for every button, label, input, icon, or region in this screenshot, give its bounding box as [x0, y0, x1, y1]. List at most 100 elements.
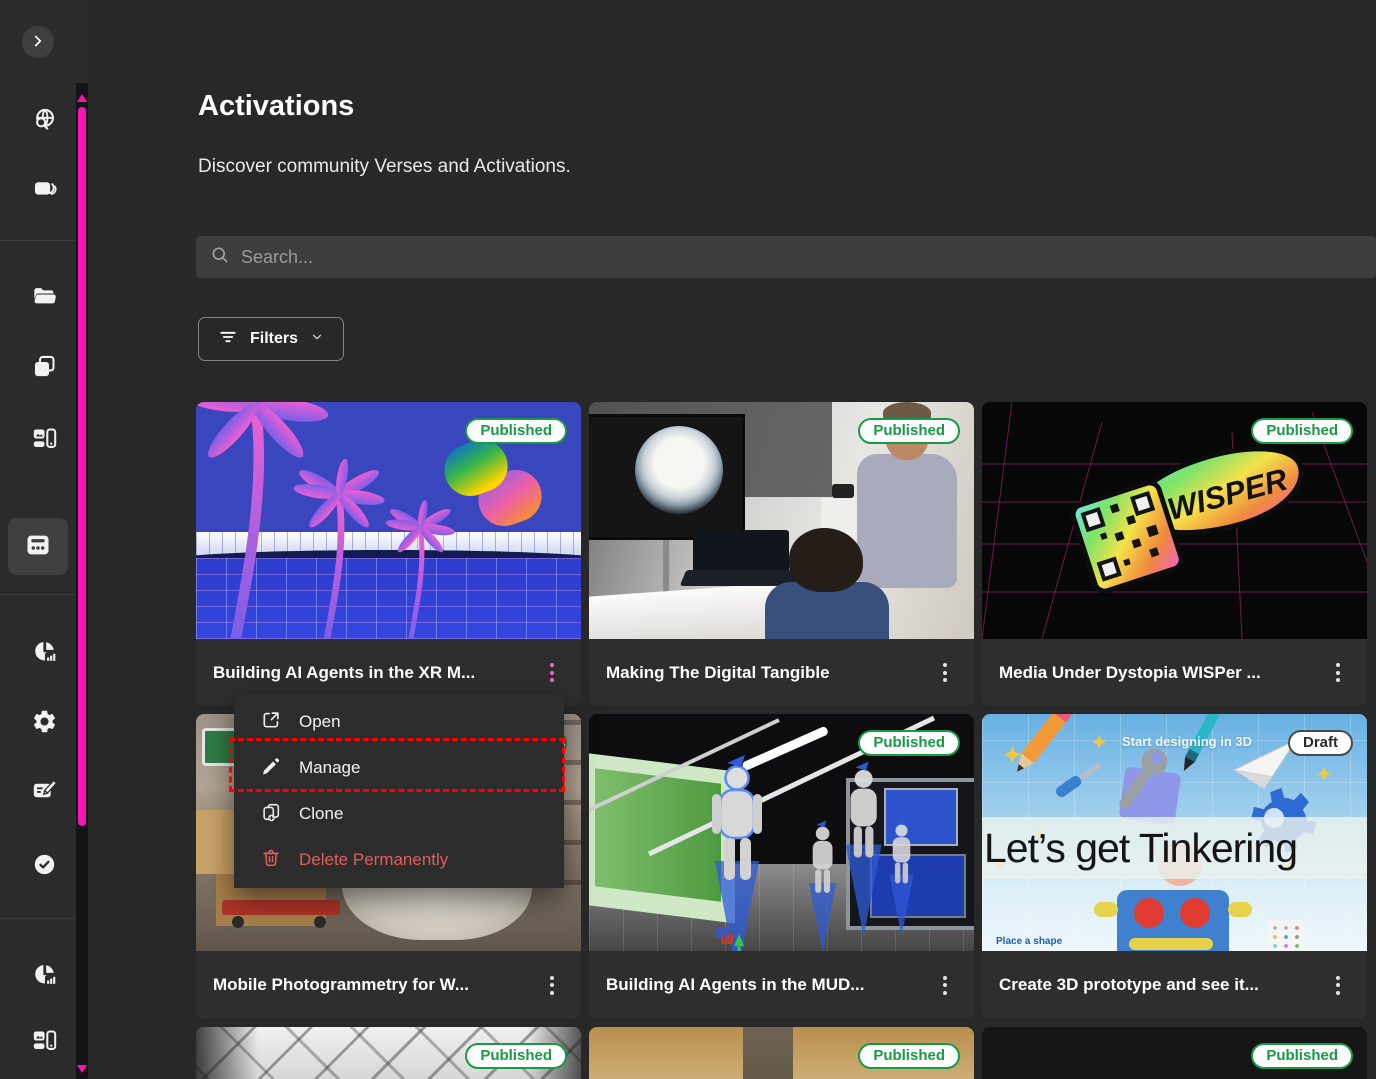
tinker-robot-ear [1094, 902, 1118, 917]
sidebar-item-collections[interactable] [22, 169, 66, 213]
card-title: Making The Digital Tangible [606, 663, 830, 683]
card-create-3d-prototype[interactable]: Start designing in 3D Let’s get Tinkerin… [982, 714, 1367, 1019]
sidebar-item-devices[interactable] [22, 1020, 66, 1064]
card-footer: Create 3D prototype and see it... [982, 951, 1367, 1019]
menu-item-clone[interactable]: Clone [234, 791, 564, 837]
menu-item-label: Clone [299, 804, 343, 824]
card-art-dark-scene: Published [982, 1027, 1367, 1079]
chevron-down-icon [310, 330, 324, 349]
status-badge: Published [1251, 1043, 1353, 1069]
menu-item-label: Delete Permanently [299, 850, 448, 870]
sidebar-item-reports[interactable] [22, 954, 66, 998]
sidebar-item-settings[interactable] [22, 701, 66, 745]
app-root: Activations Discover community Verses an… [0, 0, 1376, 1079]
studio-3d-model [635, 426, 723, 514]
page-scrollbar[interactable] [76, 83, 88, 1079]
card-row3-scifi[interactable]: Published [196, 1027, 581, 1079]
check-circle-icon [31, 851, 58, 881]
card-art-scifi: Published [196, 1027, 581, 1079]
scifi-shadow [196, 1027, 258, 1079]
card-footer: Building AI Agents in the MUD... [589, 951, 974, 1019]
card-title: Building AI Agents in the MUD... [606, 975, 864, 995]
sidebar-item-tasks[interactable] [22, 844, 66, 888]
analytics-pie-icon [31, 638, 58, 668]
chevron-right-icon [29, 32, 47, 53]
studio-monitor-stand [663, 540, 669, 598]
sidebar-item-media[interactable] [22, 418, 66, 462]
card-art-tinkering: Start designing in 3D Let’s get Tinkerin… [982, 714, 1367, 951]
notes-card-icon [31, 777, 58, 807]
menu-item-open[interactable]: Open [234, 699, 564, 745]
card-art-vaporwave: Published [196, 402, 581, 639]
tinker-headline: Let’s get Tinkering [984, 825, 1297, 872]
media-device-icon [31, 425, 58, 455]
scrollbar-down-arrow[interactable] [77, 1065, 87, 1073]
open-external-icon [260, 709, 282, 736]
globe-search-icon [31, 106, 58, 136]
card-row3-kitchen[interactable]: Published [589, 1027, 974, 1079]
status-badge: Published [858, 730, 960, 756]
settings-gear-icon [31, 708, 58, 738]
card-building-ai-agents-mud[interactable]: Published Building AI Agents in the MUD.… [589, 714, 974, 1019]
card-title: Media Under Dystopia WISPer ... [999, 663, 1261, 683]
filters-button[interactable]: Filters [198, 317, 344, 361]
studio-laptop-screen [693, 530, 789, 574]
tinker-robot-ear [1228, 902, 1252, 917]
card-art-wisper: WISPER [982, 402, 1367, 639]
menu-item-manage[interactable]: Manage [234, 745, 564, 791]
tinker-caption-bottom: Place a shape [996, 936, 1062, 947]
tinker-headline-band: Let’s get Tinkering [982, 817, 1367, 879]
card-title: Create 3D prototype and see it... [999, 975, 1259, 995]
tinker-caption-top: Start designing in 3D [1122, 734, 1252, 749]
page-title: Activations [198, 90, 354, 123]
layers-icon [31, 176, 58, 206]
card-row3-dark[interactable]: Published [982, 1027, 1367, 1079]
card-making-digital-tangible[interactable]: Published Making The Digital Tangible [589, 402, 974, 706]
events-grid-icon [24, 531, 52, 562]
card-title: Building AI Agents in the XR M... [213, 663, 475, 683]
scrollbar-up-arrow[interactable] [77, 94, 87, 102]
card-menu-button[interactable] [930, 652, 960, 694]
search-icon [210, 245, 230, 270]
search-input[interactable] [241, 247, 1362, 268]
card-art-mud-scene: Published [589, 714, 974, 951]
card-building-ai-agents-xr[interactable]: Published Building AI Agents in the XR M… [196, 402, 581, 706]
warehouse-cart-wheel [232, 916, 244, 928]
context-menu: Open Manage Clone [234, 694, 564, 888]
scrollbar-thumb[interactable] [78, 107, 86, 826]
sidebar-item-files[interactable] [22, 276, 66, 320]
menu-item-delete-permanently[interactable]: Delete Permanently [234, 837, 564, 883]
tinker-robot-eye [1134, 898, 1164, 928]
pencil-icon [260, 755, 282, 782]
warehouse-cart-wheel [314, 916, 326, 928]
sidebar-item-activations-selected[interactable] [8, 518, 68, 575]
copy-icon [31, 353, 58, 383]
card-menu-button[interactable] [930, 964, 960, 1006]
sidebar-item-discover[interactable] [22, 99, 66, 143]
status-badge: Published [858, 1043, 960, 1069]
card-footer: Mobile Photogrammetry for W... [196, 951, 581, 1019]
trash-icon [260, 847, 282, 874]
search-bar[interactable] [196, 236, 1376, 278]
sidebar-expand-button[interactable] [22, 26, 54, 58]
card-art-studio-photo: Published [589, 402, 974, 639]
card-menu-button-active[interactable] [537, 652, 567, 694]
card-menu-button[interactable] [537, 964, 567, 1006]
card-title: Mobile Photogrammetry for W... [213, 975, 469, 995]
sidebar-item-analytics[interactable] [22, 631, 66, 675]
menu-item-label: Manage [299, 758, 360, 778]
page-subtitle: Discover community Verses and Activation… [198, 156, 571, 178]
card-media-under-dystopia[interactable]: WISPER [982, 402, 1367, 706]
filter-icon [218, 327, 238, 352]
menu-item-label: Open [299, 712, 341, 732]
card-menu-button[interactable] [1323, 964, 1353, 1006]
tinker-robot-mouth [1129, 938, 1213, 950]
sidebar-divider [0, 594, 75, 595]
sidebar-divider [0, 240, 75, 241]
card-menu-button[interactable] [1323, 652, 1353, 694]
status-badge: Published [858, 418, 960, 444]
status-badge: Published [465, 418, 567, 444]
sidebar-item-notes[interactable] [22, 770, 66, 814]
sidebar-item-templates[interactable] [22, 346, 66, 390]
studio-seated-person-hair [789, 528, 863, 592]
